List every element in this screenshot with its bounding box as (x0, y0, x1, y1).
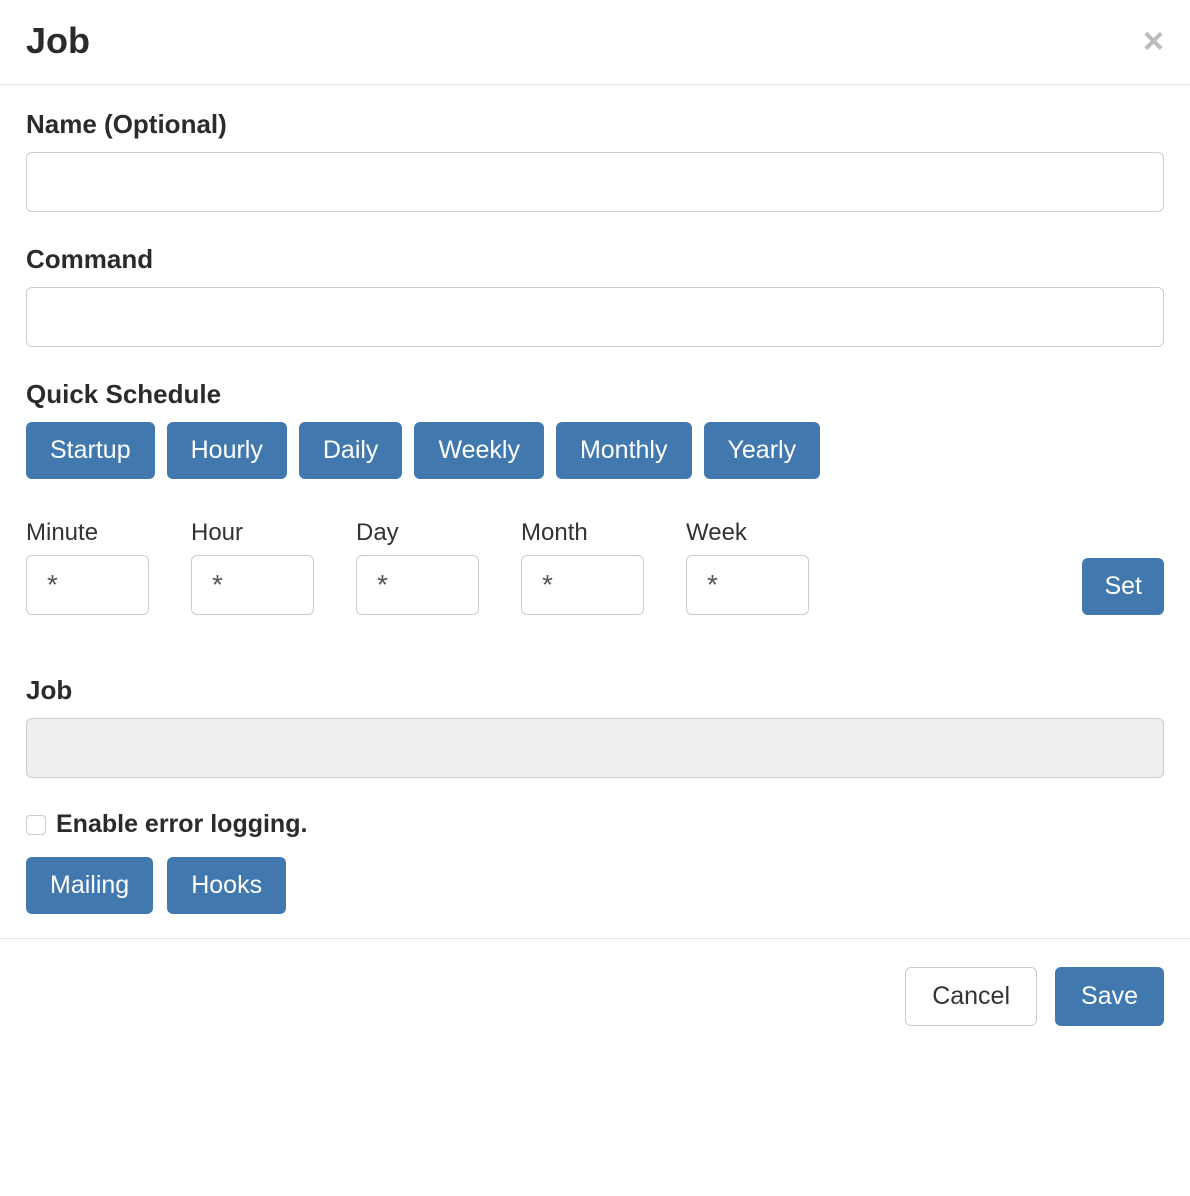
set-button[interactable]: Set (1082, 558, 1164, 615)
extra-buttons: Mailing Hooks (26, 857, 1164, 914)
name-group: Name (Optional) (26, 109, 1164, 212)
minute-col: Minute (26, 519, 149, 615)
cancel-button[interactable]: Cancel (905, 967, 1037, 1026)
command-input[interactable] (26, 287, 1164, 347)
daily-button[interactable]: Daily (299, 422, 403, 479)
name-input[interactable] (26, 152, 1164, 212)
week-label: Week (686, 519, 809, 547)
quick-schedule-label: Quick Schedule (26, 379, 1164, 410)
error-logging-checkbox[interactable] (26, 815, 46, 835)
minute-label: Minute (26, 519, 149, 547)
command-group: Command (26, 244, 1164, 347)
hooks-button[interactable]: Hooks (167, 857, 286, 914)
day-col: Day (356, 519, 479, 615)
week-input[interactable] (686, 555, 809, 615)
job-input (26, 718, 1164, 778)
save-button[interactable]: Save (1055, 967, 1164, 1026)
day-input[interactable] (356, 555, 479, 615)
schedule-fields: Minute Hour Day Month Week Set (26, 519, 1164, 615)
hour-label: Hour (191, 519, 314, 547)
quick-schedule-group: Quick Schedule Startup Hourly Daily Week… (26, 379, 1164, 479)
month-label: Month (521, 519, 644, 547)
weekly-button[interactable]: Weekly (414, 422, 544, 479)
month-col: Month (521, 519, 644, 615)
hourly-button[interactable]: Hourly (167, 422, 287, 479)
name-label: Name (Optional) (26, 109, 1164, 140)
modal-footer: Cancel Save (0, 938, 1190, 1026)
hour-col: Hour (191, 519, 314, 615)
set-col: Set (1082, 558, 1164, 615)
job-modal: Job × Name (Optional) Command Quick Sche… (0, 0, 1190, 1026)
startup-button[interactable]: Startup (26, 422, 155, 479)
week-col: Week (686, 519, 809, 615)
modal-body: Name (Optional) Command Quick Schedule S… (0, 85, 1190, 914)
hour-input[interactable] (191, 555, 314, 615)
modal-header: Job × (0, 0, 1190, 85)
close-icon[interactable]: × (1143, 23, 1164, 59)
modal-title: Job (26, 20, 90, 62)
error-logging-label: Enable error logging. (56, 810, 307, 839)
error-logging-row: Enable error logging. (26, 810, 1164, 839)
job-label: Job (26, 675, 1164, 706)
mailing-button[interactable]: Mailing (26, 857, 153, 914)
quick-schedule-buttons: Startup Hourly Daily Weekly Monthly Year… (26, 422, 1164, 479)
command-label: Command (26, 244, 1164, 275)
monthly-button[interactable]: Monthly (556, 422, 692, 479)
job-group: Job (26, 675, 1164, 778)
month-input[interactable] (521, 555, 644, 615)
minute-input[interactable] (26, 555, 149, 615)
yearly-button[interactable]: Yearly (704, 422, 821, 479)
day-label: Day (356, 519, 479, 547)
